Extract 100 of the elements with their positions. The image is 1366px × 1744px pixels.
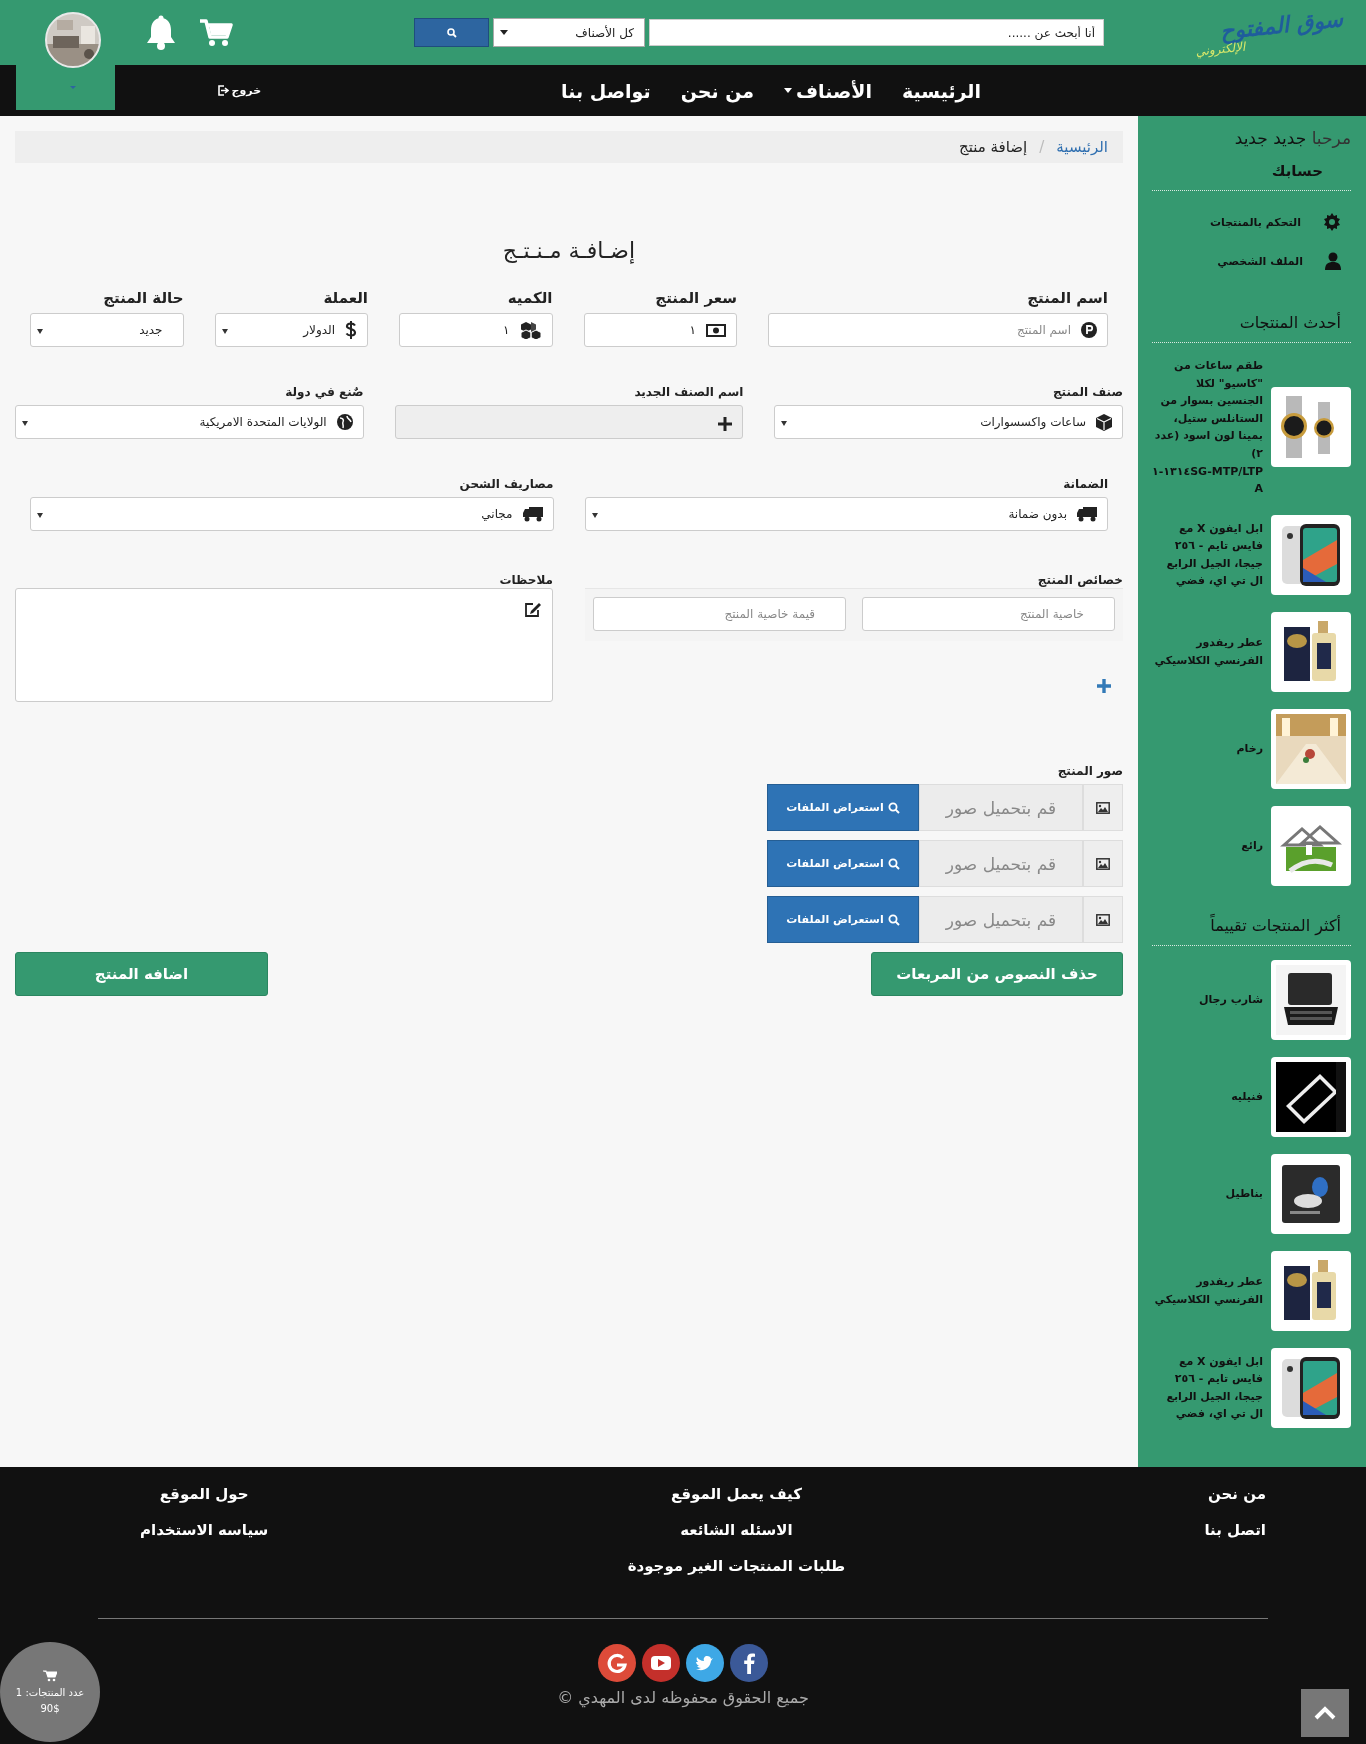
- cubes-icon: [519, 321, 542, 339]
- twitter-icon[interactable]: [686, 1644, 724, 1682]
- select-field[interactable]: الدولار: [214, 313, 368, 347]
- cart-icon[interactable]: [199, 17, 233, 48]
- search-icon: [887, 913, 900, 926]
- field-label: سعر المنتج: [654, 289, 737, 307]
- globe-icon: [336, 414, 353, 430]
- browse-button[interactable]: استعراض الملفات: [767, 840, 919, 887]
- cube-icon: [1096, 413, 1112, 431]
- copyright-text: جميع الحقوق محفوظه لدى المهدي ©: [557, 1688, 809, 1707]
- input-field[interactable]: قيمة خاصية المنتج: [593, 597, 846, 631]
- select-field[interactable]: بدون ضمانة: [584, 497, 1108, 531]
- product-name[interactable]: عطر ريفدور الفرنسي الكلاسيكي: [1152, 634, 1263, 670]
- bell-icon[interactable]: [145, 14, 177, 51]
- edit-icon: [524, 602, 542, 618]
- footer-link[interactable]: الاسئله الشائعه: [680, 1521, 793, 1539]
- input-field[interactable]: ١: [583, 313, 737, 347]
- footer-link[interactable]: كيف يعمل الموقع: [670, 1485, 802, 1503]
- section-title: أحدث المنتجات: [1238, 313, 1341, 332]
- notes-field[interactable]: [15, 588, 553, 702]
- input-field[interactable]: خاصية المنتج: [862, 597, 1115, 631]
- plus-icon[interactable]: [1097, 679, 1111, 693]
- logo[interactable]: سوق المفتوح الإلكتروني: [1192, 7, 1346, 58]
- field-label: صنف المنتج: [1051, 385, 1123, 399]
- search-icon: [446, 27, 457, 38]
- image-icon: [1083, 840, 1123, 887]
- product-thumbnail[interactable]: [1271, 959, 1351, 1040]
- facebook-icon[interactable]: [730, 1644, 768, 1682]
- user-name: جديد جديد: [1234, 128, 1307, 148]
- greeting-text: مرحبا: [1311, 128, 1351, 148]
- product-thumbnail[interactable]: [1271, 1250, 1351, 1331]
- product-thumbnail[interactable]: [1271, 805, 1351, 886]
- google-icon[interactable]: [598, 1644, 636, 1682]
- select-field[interactable]: جديد: [30, 313, 184, 347]
- plus-icon: [718, 417, 733, 431]
- product-thumbnail[interactable]: [1271, 514, 1351, 595]
- upload-field[interactable]: قم بتحميل صور: [919, 896, 1083, 943]
- youtube-icon[interactable]: [642, 1644, 680, 1682]
- search-button[interactable]: [414, 18, 489, 47]
- select-field[interactable]: ساعات واكسسوارات: [774, 405, 1123, 439]
- field-label: صور المنتج: [1056, 764, 1123, 778]
- upload-field[interactable]: قم بتحميل صور: [919, 784, 1083, 831]
- field-label: صٌنع في دولة: [284, 385, 364, 399]
- field-label: اسم المنتج: [1026, 289, 1108, 307]
- nav-link[interactable]: الرئيسية: [902, 79, 981, 102]
- cart-total: 90$: [40, 1703, 60, 1714]
- field-label: ملاحظات: [499, 573, 553, 587]
- gear-icon: [1323, 213, 1341, 231]
- category-select[interactable]: كل الأصناف: [493, 18, 645, 47]
- field-label: خصائص المنتج: [1037, 573, 1123, 587]
- input-field[interactable]: [394, 405, 744, 439]
- chevron-up-icon: [1314, 1706, 1336, 1720]
- product-name[interactable]: طقم ساعات من "كاسيو" لكلا الجنسين بسوار من الستانلس ستيل، بمينا لون اسود (عدد ٢) MTP/LTP-١٣١٤SG-١A: [1152, 357, 1263, 498]
- product-thumbnail[interactable]: [1271, 1153, 1351, 1234]
- scroll-top-button[interactable]: [1301, 1689, 1349, 1737]
- section-title: أكثر المنتجات تقييماً: [1209, 915, 1341, 935]
- form-title: إضـافـة مـنـتـج: [501, 238, 637, 263]
- product-name[interactable]: فنيليه: [1152, 1087, 1263, 1106]
- product-name[interactable]: رائع: [1152, 836, 1263, 855]
- clear-button[interactable]: حذف النصوص من المربعات: [871, 952, 1123, 996]
- breadcrumb-link[interactable]: إضافة منتج: [959, 138, 1028, 156]
- product-name[interactable]: شارب رجال: [1152, 990, 1263, 1009]
- product-name[interactable]: رخام: [1152, 739, 1263, 758]
- product-thumbnail[interactable]: [1271, 387, 1351, 468]
- image-icon: [1083, 784, 1123, 831]
- browse-button[interactable]: استعراض الملفات: [767, 896, 919, 943]
- footer-link[interactable]: طلبات المنتجات الغير موجودة: [627, 1557, 846, 1575]
- sidebar-link[interactable]: الملف الشخصي: [1152, 244, 1351, 283]
- product-name[interactable]: بناطيل: [1152, 1184, 1263, 1203]
- nav-link[interactable]: تواصل بنا: [561, 79, 651, 102]
- product-name[interactable]: ابل ايفون X مع فايس تايم - ٢٥٦ جيجا، الجيل الرابع ال تي اي، فضي: [1152, 1352, 1263, 1423]
- section-title: حسابك: [1270, 162, 1323, 180]
- product-thumbnail[interactable]: [1271, 708, 1351, 789]
- submit-button[interactable]: اضافه المنتج: [15, 952, 268, 996]
- select-field[interactable]: مجاني: [30, 497, 554, 531]
- parking-icon: [1081, 322, 1097, 338]
- cart-icon: [43, 1670, 57, 1682]
- footer-link[interactable]: سياسه الاستخدام: [140, 1521, 269, 1539]
- nav-link[interactable]: من نحن: [680, 79, 755, 102]
- select-field[interactable]: الولايات المتحدة الامريكية: [15, 405, 364, 439]
- dollar-icon: [345, 321, 357, 339]
- input-field[interactable]: اسم المنتج: [768, 313, 1108, 347]
- nav-link[interactable]: الأصناف: [784, 79, 873, 102]
- banknote-icon: [706, 323, 726, 337]
- product-name[interactable]: ابل ايفون X مع فايس تايم - ٢٥٦ جيجا، الجيل الرابع ال تي اي، فضي: [1152, 519, 1263, 590]
- truck-icon: [522, 506, 543, 522]
- image-icon: [1083, 896, 1123, 943]
- browse-button[interactable]: استعراض الملفات: [767, 784, 919, 831]
- input-field[interactable]: ١: [399, 313, 553, 347]
- footer-link[interactable]: حول الموقع: [159, 1485, 249, 1503]
- product-thumbnail[interactable]: [1271, 1347, 1351, 1428]
- footer-link[interactable]: اتصل بنا: [1204, 1521, 1266, 1539]
- product-thumbnail[interactable]: [1271, 611, 1351, 692]
- upload-field[interactable]: قم بتحميل صور: [919, 840, 1083, 887]
- sidebar-link[interactable]: التحكم بالمنتجات: [1152, 205, 1351, 244]
- footer-link[interactable]: من نحن: [1208, 1485, 1266, 1503]
- logout-link[interactable]: خروج: [216, 84, 262, 97]
- product-name[interactable]: عطر ريفدور الفرنسي الكلاسيكي: [1152, 1273, 1263, 1309]
- product-thumbnail[interactable]: [1271, 1056, 1351, 1137]
- breadcrumb-link[interactable]: الرئيسية: [1056, 138, 1108, 156]
